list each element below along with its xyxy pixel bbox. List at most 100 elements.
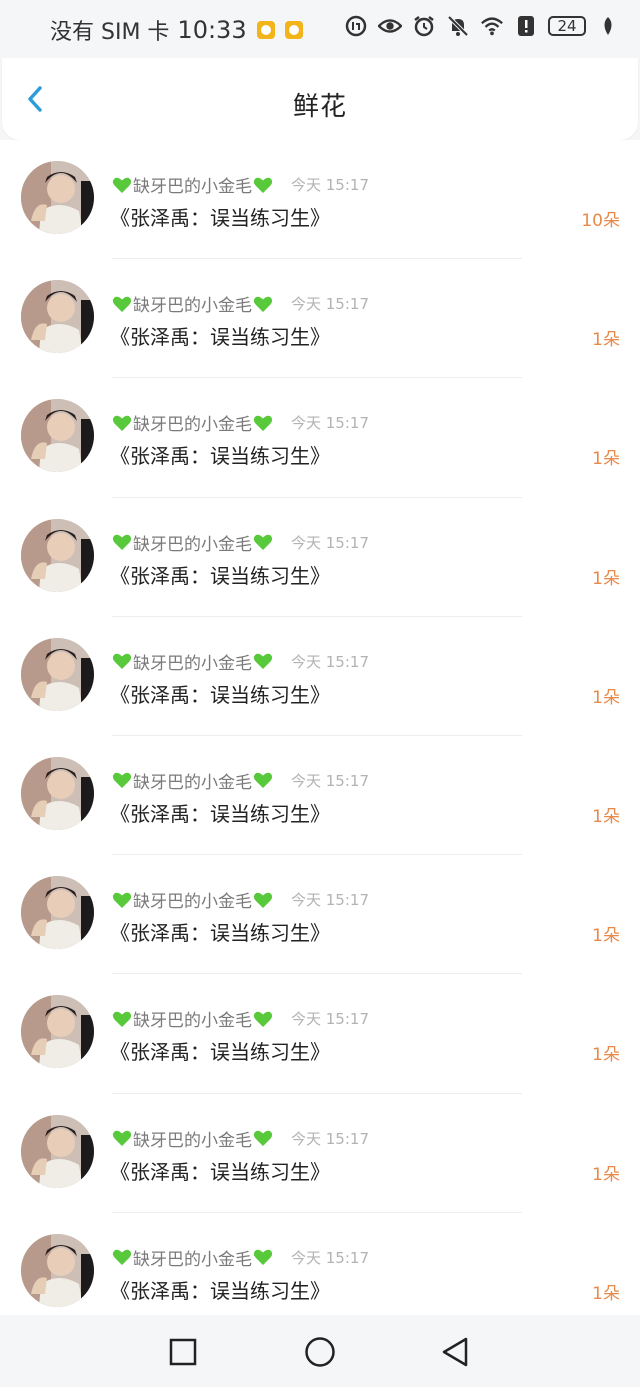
flower-count: 1朵 bbox=[592, 449, 620, 470]
book-title: 《张泽禹：误当练习生》 bbox=[110, 1278, 330, 1303]
flower-count: 1朵 bbox=[592, 568, 620, 589]
book-title: 《张泽禹：误当练习生》 bbox=[110, 325, 330, 350]
green-heart-icon bbox=[253, 534, 273, 551]
list-item[interactable]: 缺牙巴的小金毛 今天 15:17 《张泽禹：误当练习生》 1朵 bbox=[0, 1094, 640, 1213]
send-time: 今天 15:17 bbox=[291, 1248, 369, 1267]
sender-line: 缺牙巴的小金毛 今天 15:17 bbox=[112, 1245, 369, 1270]
sender-line: 缺牙巴的小金毛 今天 15:17 bbox=[112, 768, 369, 793]
list-item[interactable]: 缺牙巴的小金毛 今天 15:17 《张泽禹：误当练习生》 1朵 bbox=[0, 736, 640, 856]
sender-name[interactable]: 缺牙巴的小金毛 bbox=[133, 1006, 252, 1031]
green-heart-icon bbox=[112, 534, 132, 551]
green-heart-icon bbox=[112, 415, 132, 431]
send-time: 今天 15:17 bbox=[291, 652, 369, 671]
clock-text: 10:33 bbox=[177, 16, 247, 44]
sender-name[interactable]: 缺牙巴的小金毛 bbox=[133, 291, 252, 316]
green-heart-icon bbox=[112, 654, 132, 670]
flower-count: 1朵 bbox=[592, 330, 620, 351]
book-title: 《张泽禹：误当练习生》 bbox=[110, 444, 330, 469]
mute-icon bbox=[446, 14, 470, 38]
flower-count: 1朵 bbox=[592, 806, 620, 827]
avatar[interactable] bbox=[21, 756, 94, 830]
book-title: 《张泽禹：误当练习生》 bbox=[110, 206, 330, 230]
battery-icon: 24 bbox=[548, 16, 586, 36]
book-title: 《张泽禹：误当练习生》 bbox=[110, 1159, 330, 1184]
list-item[interactable]: 缺牙巴的小金毛 今天 15:17 《张泽禹：误当练习生》 10朵 bbox=[0, 140, 640, 260]
sender-name[interactable]: 缺牙巴的小金毛 bbox=[133, 887, 252, 912]
sender-line: 缺牙巴的小金毛 今天 15:17 bbox=[112, 530, 369, 555]
notification-app-icon bbox=[284, 21, 303, 39]
send-time: 今天 15:17 bbox=[291, 176, 369, 194]
green-heart-icon bbox=[112, 1249, 132, 1266]
carrier-text: 没有 SIM 卡 bbox=[50, 20, 170, 45]
flower-count: 10朵 bbox=[581, 211, 620, 231]
list-item[interactable]: 缺牙巴的小金毛 今天 15:17 《张泽禹：误当练习生》 1朵 bbox=[0, 974, 640, 1094]
avatar[interactable] bbox=[21, 1114, 94, 1188]
green-heart-icon bbox=[253, 773, 273, 789]
send-time: 今天 15:17 bbox=[291, 295, 369, 314]
green-heart-icon bbox=[112, 773, 132, 789]
flower-record-list[interactable]: 缺牙巴的小金毛 今天 15:17 《张泽禹：误当练习生》 10朵 缺牙巴的小金毛… bbox=[0, 140, 640, 1315]
recent-apps-button[interactable] bbox=[166, 1335, 200, 1369]
sender-name[interactable]: 缺牙巴的小金毛 bbox=[133, 172, 252, 197]
book-title: 《张泽禹：误当练习生》 bbox=[110, 563, 330, 588]
green-heart-icon bbox=[253, 177, 273, 193]
flower-count: 1朵 bbox=[592, 687, 620, 708]
sender-name[interactable]: 缺牙巴的小金毛 bbox=[133, 768, 252, 793]
green-heart-icon bbox=[253, 654, 273, 670]
sender-line: 缺牙巴的小金毛 今天 15:17 bbox=[112, 291, 369, 316]
home-button[interactable] bbox=[302, 1335, 336, 1369]
alarm-icon bbox=[412, 14, 436, 38]
avatar[interactable] bbox=[21, 876, 94, 950]
sender-line: 缺牙巴的小金毛 今天 15:17 bbox=[112, 410, 369, 435]
list-item[interactable]: 缺牙巴的小金毛 今天 15:17 《张泽禹：误当练习生》 1朵 bbox=[0, 855, 640, 975]
send-time: 今天 15:17 bbox=[291, 1010, 369, 1029]
sender-name[interactable]: 缺牙巴的小金毛 bbox=[133, 649, 252, 674]
list-item[interactable]: 缺牙巴的小金毛 今天 15:17 《张泽禹：误当练习生》 1朵 bbox=[0, 259, 640, 379]
book-title: 《张泽禹：误当练习生》 bbox=[110, 1040, 330, 1065]
list-item[interactable]: 缺牙巴的小金毛 今天 15:17 《张泽禹：误当练习生》 1朵 bbox=[0, 1213, 640, 1315]
home-icon bbox=[305, 1337, 335, 1367]
sender-name[interactable]: 缺牙巴的小金毛 bbox=[133, 530, 252, 555]
flower-count: 1朵 bbox=[592, 926, 620, 947]
list-item[interactable]: 缺牙巴的小金毛 今天 15:17 《张泽禹：误当练习生》 1朵 bbox=[0, 498, 640, 617]
notification-app-icon bbox=[256, 21, 275, 39]
sender-line: 缺牙巴的小金毛 今天 15:17 bbox=[112, 1006, 369, 1031]
data-saver-icon bbox=[344, 14, 368, 38]
send-time: 今天 15:17 bbox=[291, 891, 369, 910]
sender-name[interactable]: 缺牙巴的小金毛 bbox=[133, 1126, 252, 1151]
avatar[interactable] bbox=[21, 161, 94, 234]
avatar[interactable] bbox=[21, 995, 94, 1069]
green-heart-icon bbox=[112, 1130, 132, 1146]
green-heart-icon bbox=[112, 1011, 132, 1027]
flower-count: 1朵 bbox=[592, 1045, 620, 1066]
header-bar: 鲜花 bbox=[2, 58, 638, 140]
back-nav-button[interactable] bbox=[438, 1335, 472, 1369]
sender-name[interactable]: 缺牙巴的小金毛 bbox=[133, 410, 252, 435]
eye-comfort-icon bbox=[378, 14, 402, 38]
green-heart-icon bbox=[253, 415, 273, 431]
avatar[interactable] bbox=[21, 1233, 94, 1307]
green-heart-icon bbox=[253, 1249, 273, 1266]
send-time: 今天 15:17 bbox=[291, 533, 369, 552]
sender-line: 缺牙巴的小金毛 今天 15:17 bbox=[112, 649, 369, 674]
system-nav-bar bbox=[0, 1315, 640, 1387]
sender-name[interactable]: 缺牙巴的小金毛 bbox=[133, 1245, 252, 1270]
avatar[interactable] bbox=[21, 280, 94, 354]
send-time: 今天 15:17 bbox=[291, 414, 369, 433]
green-heart-icon bbox=[112, 892, 132, 908]
avatar[interactable] bbox=[21, 637, 94, 711]
avatar[interactable] bbox=[21, 518, 94, 592]
list-item[interactable]: 缺牙巴的小金毛 今天 15:17 《张泽禹：误当练习生》 1朵 bbox=[0, 378, 640, 498]
alert-icon bbox=[514, 14, 538, 38]
green-heart-icon bbox=[112, 296, 132, 312]
send-time: 今天 15:17 bbox=[291, 771, 369, 790]
flower-count: 1朵 bbox=[592, 1164, 620, 1185]
status-bar: 没有 SIM 卡 10:33 24 bbox=[0, 0, 640, 58]
avatar[interactable] bbox=[21, 399, 94, 473]
sender-line: 缺牙巴的小金毛 今天 15:17 bbox=[112, 887, 369, 912]
list-item[interactable]: 缺牙巴的小金毛 今天 15:17 《张泽禹：误当练习生》 1朵 bbox=[0, 617, 640, 736]
green-heart-icon bbox=[112, 177, 132, 193]
wifi-icon bbox=[480, 14, 504, 38]
back-icon bbox=[442, 1337, 468, 1367]
green-heart-icon bbox=[253, 296, 273, 312]
